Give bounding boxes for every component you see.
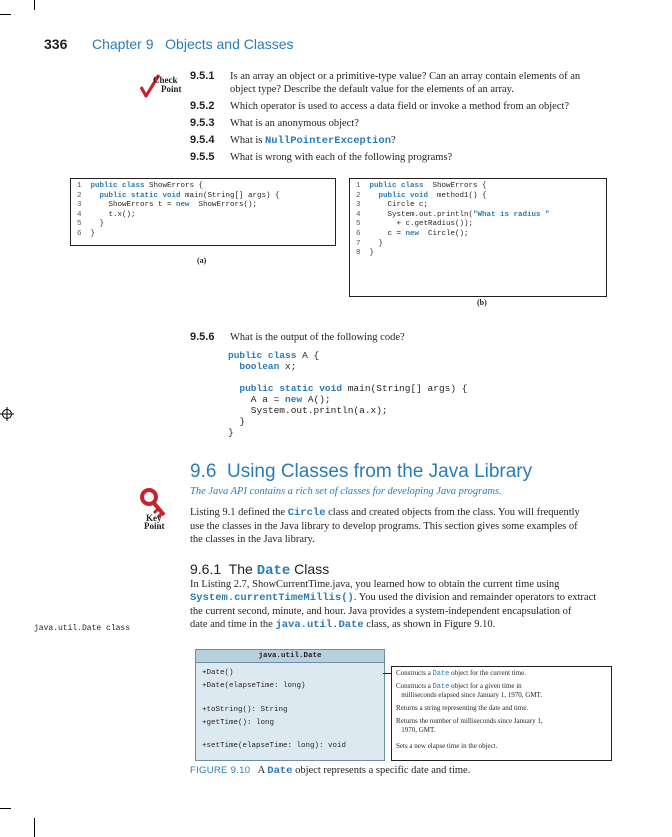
code-box-b: 1 public class ShowErrors {2 public void… — [349, 178, 607, 297]
code-line: } — [228, 427, 234, 438]
line-number: 8 — [356, 249, 370, 258]
crop-mark — [34, 818, 35, 837]
description-line: Returns a string representing the date a… — [396, 704, 529, 712]
code-line: A a = new A(); — [228, 394, 331, 405]
crop-mark — [0, 808, 11, 809]
code-line: boolean x; — [239, 361, 297, 372]
question-text: What is an anonymous object? — [230, 118, 359, 129]
code-line: 1 public class ShowErrors { — [77, 182, 204, 190]
code-line: public static void main(String[] args) { — [239, 383, 468, 394]
code-line: public class A { — [228, 350, 320, 361]
question-number: 9.5.2 — [190, 100, 215, 112]
uml-class-diagram: java.util.Date +Date() +Date(elapseTime:… — [195, 649, 385, 761]
line-number: 4 — [77, 210, 91, 219]
code-line: 2 public static void main(String[] args)… — [77, 191, 280, 200]
uml-member: +getTime(): long — [202, 719, 275, 727]
section-title: 9.6 Using Classes from the Java Library — [190, 461, 533, 482]
question-text: Is an array an object or a primitive-typ… — [230, 71, 581, 95]
question-number: 9.5.5 — [190, 151, 215, 163]
section-subtitle: The Java API contains a rich set of clas… — [190, 486, 502, 497]
line-number: 2 — [356, 191, 370, 200]
description-line: Returns the number of milliseconds since… — [396, 717, 543, 725]
question-number: 9.5.1 — [190, 70, 215, 82]
line-number: 3 — [77, 201, 91, 210]
key-point-badge: Key Point — [138, 488, 188, 532]
code-line: 3 ShowErrors t = new ShowErrors(); — [77, 201, 258, 210]
uml-class-name: java.util.Date — [196, 650, 384, 663]
code-line: 5 } — [77, 220, 105, 229]
line-number: 5 — [356, 220, 370, 229]
question-text: What is the output of the following code… — [230, 332, 405, 343]
question-number: 9.5.4 — [190, 134, 215, 146]
line-number: 7 — [356, 239, 370, 248]
code-line: 5 + c.getRadius()); — [356, 220, 474, 229]
code-box-a: 1 public class ShowErrors {2 public stat… — [70, 178, 336, 246]
code-line: 3 Circle c; — [356, 201, 429, 210]
uml-member: +Date() — [202, 669, 234, 677]
figure-caption: FIGURE 9.10 A Date object represents a s… — [190, 765, 471, 777]
line-number: 3 — [356, 201, 370, 210]
page-number: 336 — [44, 36, 68, 52]
line-number: 4 — [356, 210, 370, 219]
crop-mark — [0, 14, 11, 15]
question-text: What is NullPointerException? — [230, 135, 396, 147]
uml-member: +Date(elapseTime: long) — [202, 682, 306, 690]
section-paragraph: Listing 9.1 defined the Circle class and… — [190, 507, 580, 545]
line-number: 5 — [77, 220, 91, 229]
description-line: milliseconds elapsed since January 1, 19… — [396, 691, 543, 699]
description-line: Constructs a Date object for the current… — [396, 669, 526, 678]
code-line: System.out.println(a.x); — [228, 405, 388, 416]
subsection-title: 9.6.1 The Date Class — [190, 561, 330, 579]
line-number: 1 — [77, 182, 91, 190]
code-line: 6 c = new Circle(); — [356, 230, 469, 238]
code-line: 1 public class ShowErrors { — [356, 182, 487, 190]
line-number: 1 — [356, 182, 370, 190]
code-line: 4 t.x(); — [77, 210, 136, 219]
code-line: 2 public void method1() { — [356, 191, 487, 200]
caption-a: (a) — [197, 256, 207, 265]
question-number: 9.5.6 — [190, 331, 215, 343]
code-line: 8 } — [356, 249, 375, 258]
point-label: Point — [161, 84, 182, 94]
code-line: 4 System.out.println("What is radius " — [356, 210, 550, 219]
question-text: What is wrong with each of the following… — [230, 152, 453, 163]
check-point-badge: Check Point — [140, 72, 188, 102]
line-number: 6 — [356, 230, 370, 238]
code-line: 6 } — [77, 230, 96, 238]
uml-member: +toString(): String — [202, 706, 288, 714]
subsection-paragraph: In Listing 2.7, ShowCurrentTime.java, yo… — [190, 579, 597, 631]
line-number: 2 — [77, 191, 91, 200]
uml-description-box: Constructs a Date object for the current… — [391, 666, 612, 761]
question-number: 9.5.3 — [190, 117, 215, 129]
point-label: Point — [144, 521, 165, 531]
chapter-title: Chapter 9 Objects and Classes — [92, 36, 294, 52]
connector-line — [383, 673, 391, 674]
description-line: 1970, GMT. — [396, 726, 436, 734]
crop-mark — [34, 0, 35, 10]
code-listing-9-5-6: public class A { boolean x; public stati… — [228, 350, 528, 450]
question-text: Which operator is used to access a data … — [230, 101, 570, 112]
line-number: 6 — [77, 230, 91, 238]
uml-member: +setTime(elapseTime: long): void — [202, 742, 347, 750]
registration-mark-icon — [0, 407, 14, 426]
description-line: Sets a new elapse time in the object. — [396, 742, 498, 750]
code-line: 7 } — [356, 239, 384, 248]
code-line: } — [228, 416, 246, 427]
margin-note: java.util.Date class — [34, 624, 131, 633]
caption-b: (b) — [477, 298, 487, 307]
